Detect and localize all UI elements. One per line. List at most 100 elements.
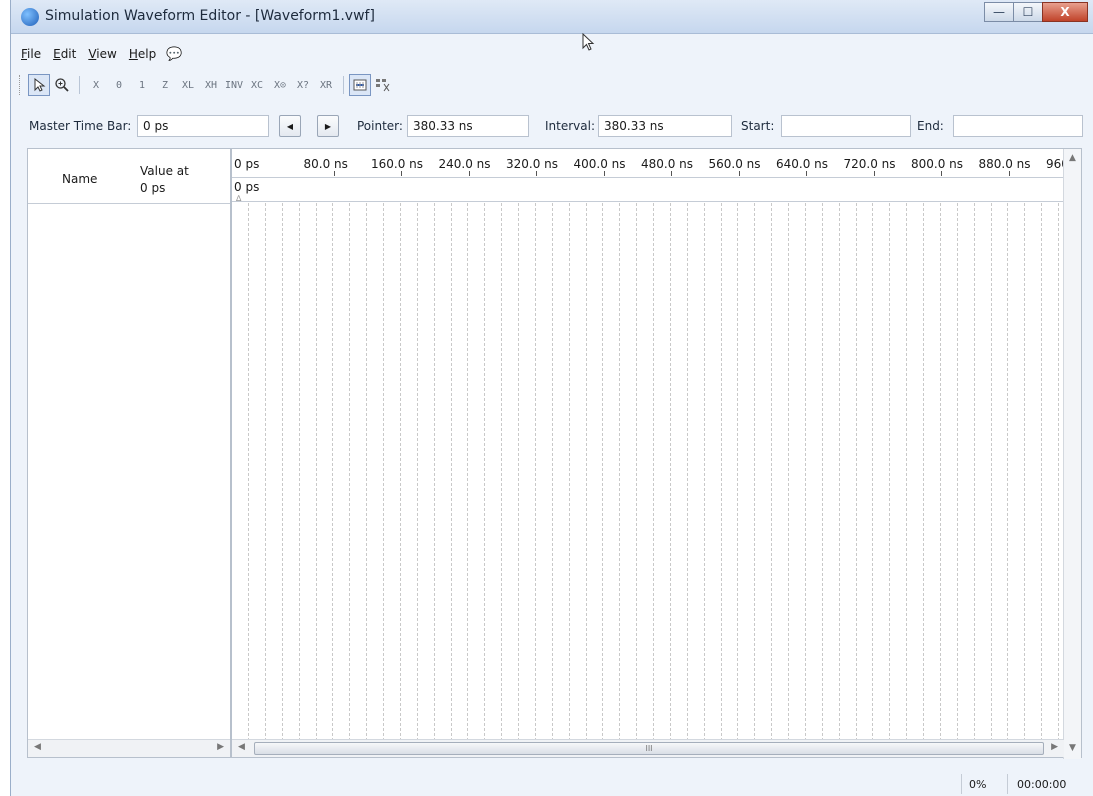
grid-line: [771, 203, 772, 741]
interval-label: Interval:: [545, 119, 595, 133]
scroll-left-icon[interactable]: ◀: [238, 742, 245, 752]
grid-line: [805, 203, 806, 741]
grid-line: [1007, 203, 1008, 741]
title-bar[interactable]: Simulation Waveform Editor - [Waveform1.…: [11, 0, 1093, 34]
status-divider: [961, 774, 962, 794]
ruler-tick-mark: [1008, 171, 1010, 176]
scroll-left-icon[interactable]: ◀: [34, 742, 41, 752]
interval-field[interactable]: 380.33 ns: [598, 115, 732, 137]
name-column-header[interactable]: Name: [62, 172, 97, 186]
grid-line: [248, 203, 249, 741]
count-value-icon[interactable]: XC: [246, 74, 268, 96]
time-ruler[interactable]: 0 ps 80.0 ns 160.0 ns 240.0 ns 320.0 ns 400.0…: [232, 149, 1064, 177]
high-impedance-icon[interactable]: Z: [154, 74, 176, 96]
waveform-grid[interactable]: [232, 203, 1064, 741]
scroll-up-icon[interactable]: ▲: [1069, 153, 1076, 163]
menu-help[interactable]: Help: [123, 47, 162, 61]
grid-line: [484, 203, 485, 741]
ruler-tick-mark: [941, 171, 942, 176]
ruler-tick-label: 880.0 ns: [978, 157, 1031, 171]
start-field[interactable]: [781, 115, 911, 137]
grid-line: [349, 203, 350, 741]
grid-line: [856, 203, 857, 741]
forcing-high-icon[interactable]: 1: [131, 74, 153, 96]
status-bar: 0% 00:00:00: [11, 772, 1093, 796]
clock-icon[interactable]: X⊙: [269, 74, 291, 96]
grid-line: [822, 203, 823, 741]
grid-line: [974, 203, 975, 741]
close-button[interactable]: X: [1042, 2, 1088, 22]
master-time-bar-field[interactable]: 0 ps: [137, 115, 269, 137]
menu-file[interactable]: File: [15, 47, 47, 61]
signal-list-hscroll[interactable]: ◀ ▶: [28, 739, 230, 757]
scroll-down-icon[interactable]: ▼: [1069, 743, 1076, 753]
menu-edit[interactable]: Edit: [47, 47, 82, 61]
scroll-right-icon[interactable]: ▶: [217, 742, 224, 752]
scroll-right-icon[interactable]: ▶: [1051, 742, 1058, 752]
toolbar-separator: [343, 76, 345, 94]
grid-line: [299, 203, 300, 741]
ruler-tick-label: 80.0 ns: [303, 157, 348, 171]
start-label: Start:: [741, 119, 775, 133]
uninitialized-icon[interactable]: X: [85, 74, 107, 96]
weak-high-icon[interactable]: XH: [200, 74, 222, 96]
select-tool-icon[interactable]: [28, 74, 50, 96]
toolbar-grip[interactable]: [19, 75, 22, 95]
grid-line: [636, 203, 637, 741]
ruler-tick-label: 240.0 ns: [438, 157, 491, 171]
end-field[interactable]: [953, 115, 1083, 137]
menu-view[interactable]: View: [82, 47, 122, 61]
grid-line: [670, 203, 671, 741]
sort-icon[interactable]: [372, 74, 394, 96]
cursor-time-label[interactable]: 0 ps: [234, 180, 259, 194]
grid-line: [282, 203, 283, 741]
ruler-tick-label: 320.0 ns: [506, 157, 559, 171]
zoom-tool-icon[interactable]: [51, 74, 73, 96]
previous-transition-button[interactable]: ◀: [279, 115, 301, 137]
grid-line: [501, 203, 502, 741]
grid-line: [400, 203, 401, 741]
value-header-line1: Value at: [140, 164, 189, 178]
next-transition-button[interactable]: ▶: [317, 115, 339, 137]
waveform-vscroll[interactable]: ▲ ▼: [1063, 149, 1081, 759]
minimize-button[interactable]: —: [984, 2, 1014, 22]
toolbar-separator: [79, 76, 80, 94]
ruler-tick-mark: [806, 171, 807, 176]
forcing-low-icon[interactable]: 0: [108, 74, 130, 96]
scroll-thumb[interactable]: III: [254, 742, 1044, 755]
ruler-tick-label: 160.0 ns: [371, 157, 424, 171]
grid-line: [451, 203, 452, 741]
menu-bar: File Edit View Help 💬: [11, 44, 182, 64]
grid-line: [1041, 203, 1042, 741]
grid-line: [991, 203, 992, 741]
grid-line: [602, 203, 603, 741]
waveform-panel: 0 ps 80.0 ns 160.0 ns 240.0 ns 320.0 ns 400.0…: [231, 148, 1082, 759]
maximize-button[interactable]: ☐: [1013, 2, 1043, 22]
value-column-header[interactable]: Value at 0 ps: [140, 163, 189, 197]
weak-low-icon[interactable]: XL: [177, 74, 199, 96]
feedback-icon[interactable]: 💬: [166, 47, 182, 62]
ruler-tick-label: 0 ps: [234, 157, 260, 171]
pointer-field[interactable]: 380.33 ns: [407, 115, 529, 137]
grid-line: [569, 203, 570, 741]
value-header-line2: 0 ps: [140, 181, 166, 195]
waveform-hscroll[interactable]: ◀ III ▶: [232, 739, 1064, 757]
ruler-tick-label: 400.0 ns: [573, 157, 626, 171]
ruler-tick-mark: [738, 171, 740, 176]
grid-line: [1058, 203, 1059, 741]
ruler-tick-mark: [468, 171, 470, 176]
random-value-icon[interactable]: XR: [315, 74, 337, 96]
grid-line: [788, 203, 789, 741]
grid-line: [721, 203, 722, 741]
grid-line: [467, 203, 468, 741]
grid-line: [940, 203, 941, 741]
arbitrary-value-icon[interactable]: X?: [292, 74, 314, 96]
snap-to-grid-icon[interactable]: [349, 74, 372, 96]
grid-line: [957, 203, 958, 741]
ruler-tick-label: 640.0 ns: [776, 157, 829, 171]
grid-line: [586, 203, 587, 741]
invert-icon[interactable]: INV: [223, 74, 245, 96]
ruler-tick-mark: [671, 171, 672, 176]
status-divider: [1007, 774, 1008, 794]
signal-list-panel: Name Value at 0 ps ◀ ▶: [27, 148, 231, 758]
